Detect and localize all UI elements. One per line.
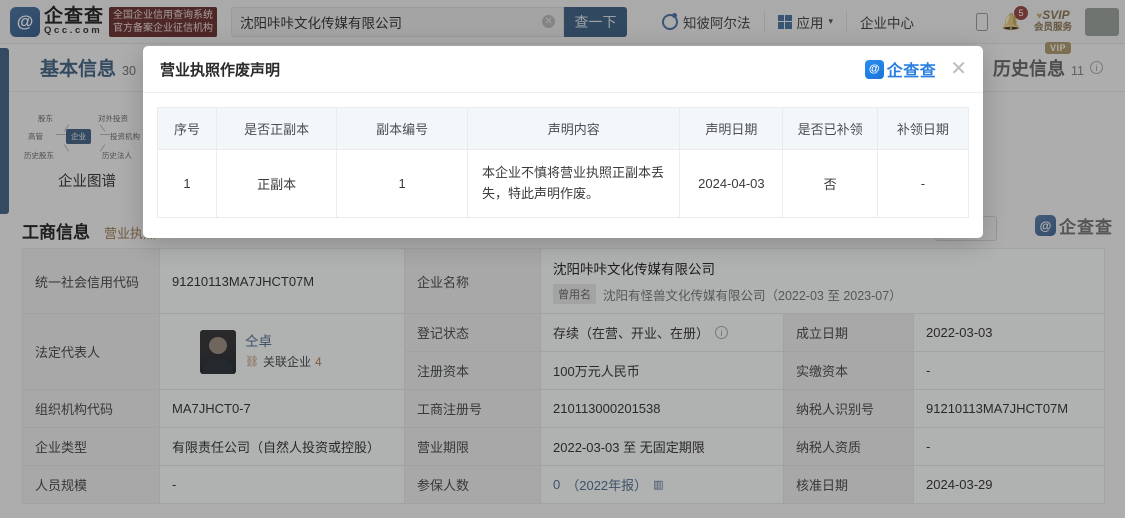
col-header-reissued: 是否已补领 [782,107,878,150]
declaration-table: 序号 是否正副本 副本编号 声明内容 声明日期 是否已补领 补领日期 1 正副本… [157,107,970,218]
col-header-index: 序号 [157,107,217,150]
modal-title: 营业执照作废声明 [160,61,281,79]
modal-logo: @ 企查查 [864,57,937,81]
cell-copy-type: 正副本 [215,149,338,218]
col-header-copy-number: 副本编号 [336,107,469,150]
modal-header: 营业执照作废声明 @ 企查查 ✕ [143,46,983,93]
col-header-copy-type: 是否正副本 [215,107,338,150]
cell-reissued: 否 [782,149,878,218]
declaration-table-header-row: 序号 是否正副本 副本编号 声明内容 声明日期 是否已补领 补领日期 [157,107,970,150]
col-header-content: 声明内容 [467,107,681,150]
col-header-reissue-date: 补领日期 [876,107,970,150]
cell-content: 本企业不慎将营业执照正副本丢失，特此声明作废。 [467,149,681,218]
modal-logo-text: 企查查 [886,63,937,80]
cell-copy-number: 1 [336,149,469,218]
cell-declare-date: 2024-04-03 [679,149,784,218]
col-header-declare-date: 声明日期 [679,107,784,150]
qcc-logo-icon: @ [864,59,884,79]
modal-body: 序号 是否正副本 副本编号 声明内容 声明日期 是否已补领 补领日期 1 正副本… [143,93,983,218]
close-icon[interactable]: ✕ [950,59,967,79]
cell-reissue-date: - [876,149,970,218]
cell-index: 1 [157,149,217,218]
modal-header-right: @ 企查查 ✕ [864,57,967,81]
table-row: 1 正副本 1 本企业不慎将营业执照正副本丢失，特此声明作废。 2024-04-… [157,149,970,218]
license-void-declaration-modal: 营业执照作废声明 @ 企查查 ✕ 序号 是否正副本 副本编号 声明内容 声明日期… [143,46,983,238]
